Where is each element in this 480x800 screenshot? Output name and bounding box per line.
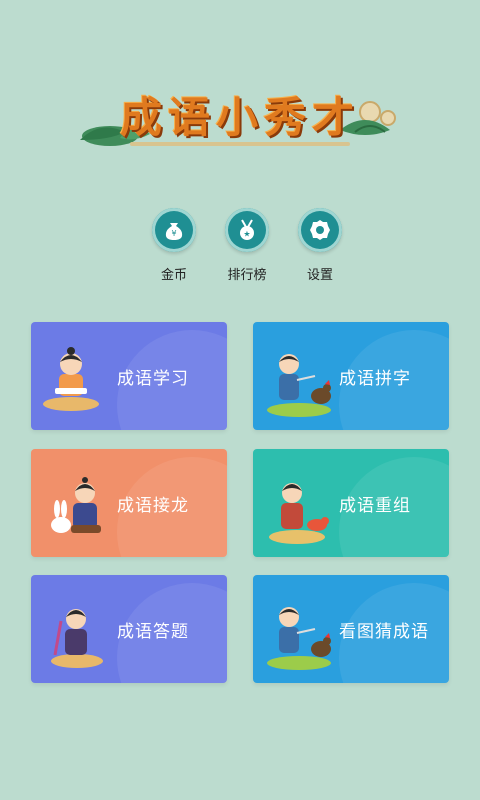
card-idiom-study-label: 成语学习 [117,369,189,389]
child-with-rabbit-icon [51,477,101,533]
svg-text:★: ★ [243,230,250,239]
svg-text:¥: ¥ [171,229,176,238]
child-with-bird-icon [269,483,329,544]
card-idiom-spelling[interactable]: 成语拼字 [253,322,449,430]
card-idiom-study[interactable]: 成语学习 [31,322,227,430]
title-banner: 成语小秀才 [70,70,410,160]
card-idiom-reassemble[interactable]: 成语重组 [253,449,449,557]
child-reading-icon [43,347,99,411]
child-with-rooster-icon [267,354,331,417]
card-guess-idiom-label: 看图猜成语 [339,622,429,642]
leaderboard-button[interactable]: ★ 排行榜 [212,208,282,283]
settings-label: 设置 [306,268,333,283]
medal-icon: ★ [225,208,269,252]
top-menu: ¥ 金币 ★ 排行榜 设置 [0,208,480,288]
home-screen: 成语小秀才 ¥ 金币 ★ 排行榜 设置 成语学习 成语拼字 成语接龙 成语重组 … [0,0,480,800]
settings-button[interactable]: 设置 [285,208,355,283]
card-idiom-chain-label: 成语接龙 [117,496,189,516]
coins-button[interactable]: ¥ 金币 [139,208,209,283]
card-guess-idiom-from-picture[interactable]: 看图猜成语 [253,575,449,683]
child-with-rooster-icon [267,607,331,670]
app-title: 成语小秀才 [119,93,360,142]
card-idiom-spelling-label: 成语拼字 [339,369,411,389]
coins-label: 金币 [160,268,187,283]
gear-icon [298,208,342,252]
child-with-sword-icon [51,609,103,668]
card-idiom-quiz[interactable]: 成语答题 [31,575,227,683]
card-idiom-chain[interactable]: 成语接龙 [31,449,227,557]
leaderboard-label: 排行榜 [227,268,267,283]
card-idiom-quiz-label: 成语答题 [117,622,189,642]
money-bag-icon: ¥ [152,208,196,252]
card-idiom-reassemble-label: 成语重组 [339,496,411,516]
